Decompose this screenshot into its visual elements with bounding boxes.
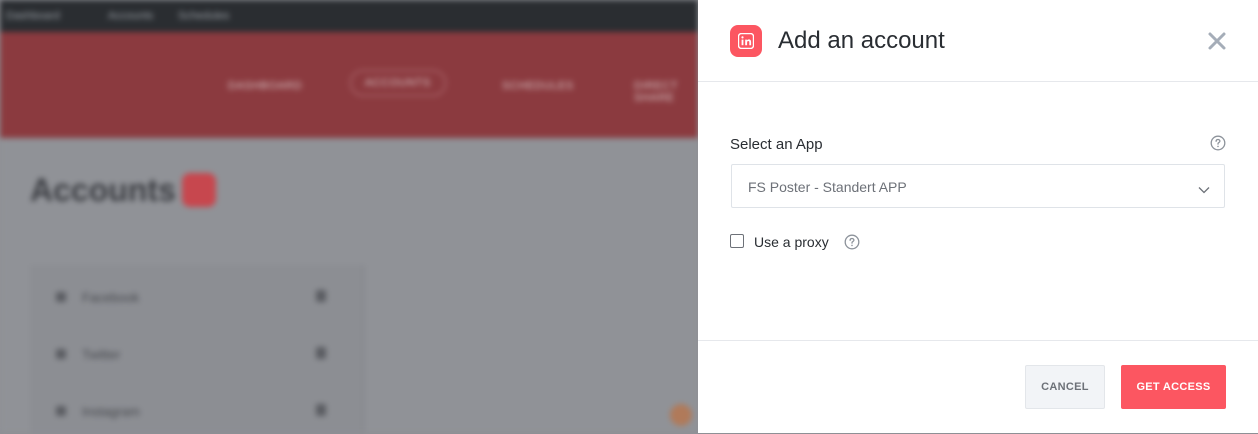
- add-account-badge: [182, 173, 216, 207]
- admin-bar-item: Accounts: [108, 10, 154, 22]
- network-item: Instagram: [56, 404, 326, 419]
- nav-direct-share: DIRECT SHARE: [634, 80, 678, 104]
- admin-bar: Dashboard Accounts Schedules: [0, 0, 698, 32]
- drawer-title: Add an account: [778, 27, 945, 54]
- add-account-drawer: Add an account Select an App FS Poster -…: [698, 0, 1258, 433]
- twitter-icon: [56, 349, 66, 359]
- admin-bar-item: Dashboard: [6, 10, 60, 22]
- page-title: Accounts: [30, 172, 176, 208]
- linkedin-icon: [730, 25, 762, 57]
- help-icon[interactable]: [1210, 135, 1226, 156]
- network-item: Twitter: [56, 347, 326, 362]
- proxy-checkbox[interactable]: [730, 234, 744, 248]
- app-select[interactable]: FS Poster - Standert APP: [731, 164, 1225, 208]
- admin-bar-item: Schedules: [178, 10, 230, 22]
- avatar: [670, 404, 692, 426]
- nav-dashboard: DASHBOARD: [228, 80, 303, 92]
- instagram-icon: [56, 406, 66, 416]
- proxy-checkbox-label[interactable]: Use a proxy: [754, 234, 829, 250]
- top-nav: DASHBOARD ACCOUNTS SCHEDULES DIRECT SHAR…: [0, 32, 698, 138]
- network-item: Facebook: [56, 290, 326, 305]
- help-icon[interactable]: [844, 234, 860, 255]
- get-access-button[interactable]: GET ACCESS: [1121, 365, 1226, 409]
- cancel-button[interactable]: CANCEL: [1025, 365, 1105, 409]
- chevron-down-icon: [1198, 181, 1210, 199]
- nav-accounts: ACCOUNTS: [350, 70, 446, 96]
- nav-schedules: SCHEDULES: [502, 80, 574, 92]
- close-icon[interactable]: [1207, 31, 1227, 51]
- background-page: Dashboard Accounts Schedules DASHBOARD A…: [0, 0, 698, 433]
- select-app-label: Select an App: [730, 136, 823, 153]
- app-select-value: FS Poster - Standert APP: [748, 179, 907, 195]
- facebook-icon: [56, 292, 66, 302]
